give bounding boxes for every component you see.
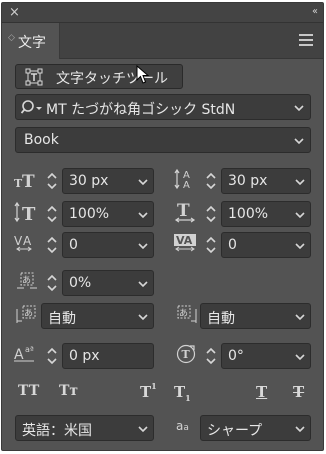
chevron-down-icon[interactable] [290,344,310,368]
touch-type-tool-button[interactable]: 文字タッチツール [15,64,183,89]
font-family-field[interactable]: MT たづがね角ゴシック StdN [15,94,311,120]
rotation-stepper[interactable] [204,345,218,367]
font-size-value: 30 px [69,173,109,189]
touch-type-label: 文字タッチツール [56,71,168,87]
svg-text:A: A [183,180,190,190]
tab-label: 文字 [18,35,46,51]
tracking-icon: VA [174,234,196,252]
superscript-button[interactable]: T1 [140,381,157,401]
chevron-down-icon[interactable] [290,233,310,257]
close-icon[interactable]: × [9,5,20,20]
chevron-down-icon[interactable] [293,102,305,114]
kerning-stepper[interactable] [45,234,59,256]
vertical-scale-value: 100% [69,206,110,222]
chevron-down-icon[interactable] [290,169,310,193]
chevron-down-icon[interactable] [290,416,310,440]
aki-left-field[interactable]: 自動 [41,303,154,329]
leading-value: 30 px [228,173,268,189]
rotation-field[interactable]: 0° [221,343,311,369]
subscript-button[interactable]: T1 [174,383,191,403]
chevron-down-icon[interactable] [290,202,310,226]
collapse-icon[interactable]: ‹‹ [312,6,318,17]
panel-menu-icon[interactable] [299,34,313,46]
kerning-icon: V A [14,234,32,252]
font-style-value: Book [24,132,59,148]
vertical-scale-stepper[interactable] [45,203,59,225]
small-caps-button[interactable]: Tт [59,383,78,399]
panel-titlebar: × ‹‹ [2,3,323,23]
svg-text:あ: あ [179,308,188,319]
aki-left-value: 自動 [48,311,76,327]
tsume-field[interactable]: 0% [62,270,154,296]
font-family-value: MT たづがね角ゴシック StdN [46,102,236,118]
language-value: 英語：米国 [22,423,92,439]
chevron-down-icon[interactable] [133,233,153,257]
horizontal-scale-icon: T [174,201,196,223]
baseline-shift-field[interactable]: 0 px [62,343,154,369]
antialias-icon: aa [176,419,189,433]
svg-text:V: V [14,234,23,248]
aki-right-icon: あ [177,305,197,323]
chevron-down-icon[interactable] [290,304,310,328]
tsume-stepper[interactable] [45,272,59,294]
svg-text:A: A [23,234,32,248]
strikethrough-button[interactable]: T [293,383,304,401]
tab-character[interactable]: ◇ 文字 [2,23,60,59]
kerning-value: 0 [69,237,78,253]
tracking-field[interactable]: 0 [221,232,311,258]
font-size-icon: T T [14,172,35,189]
svg-text:ª: ª [30,345,34,354]
character-rotation-icon: T [176,344,196,364]
tracking-stepper[interactable] [204,234,218,256]
leading-field[interactable]: 30 px [221,168,311,194]
horizontal-scale-stepper[interactable] [204,203,218,225]
vertical-scale-icon: T [14,201,36,223]
kerning-field[interactable]: 0 [62,232,154,258]
touch-type-icon [25,68,43,86]
tsume-value: 0% [69,275,92,291]
tracking-value: 0 [228,237,237,253]
chevron-down-icon[interactable] [133,169,153,193]
font-size-field[interactable]: 30 px [62,168,154,194]
baseline-shift-icon: A a ª [14,345,34,363]
svg-text:VA: VA [176,234,193,247]
antialias-field[interactable]: シャープ [200,415,311,441]
horizontal-scale-value: 100% [228,206,269,222]
leading-stepper[interactable] [204,170,218,192]
tsume-icon: あ [17,272,37,289]
aki-left-icon: あ [16,305,36,323]
svg-text:あ: あ [24,308,33,319]
horizontal-scale-field[interactable]: 100% [221,201,311,227]
chevron-down-icon[interactable] [133,416,153,440]
baseline-shift-value: 0 px [69,348,100,364]
chevron-down-icon[interactable] [293,135,305,147]
superscript-icon: T [140,383,152,401]
vertical-scale-field[interactable]: 100% [62,201,154,227]
all-caps-button[interactable]: TT [18,383,40,399]
leading-icon: A A [174,168,190,190]
underline-button[interactable]: T [256,383,267,401]
svg-text:あ: あ [22,275,31,286]
language-field[interactable]: 英語：米国 [15,415,154,441]
character-panel: × ‹‹ ◇ 文字 文字タッチツール MT たづがね角ゴシック StdN Boo… [1,2,324,451]
chevron-down-icon[interactable] [133,271,153,295]
chevron-down-icon[interactable] [133,202,153,226]
svg-text:T: T [22,172,35,189]
font-size-stepper[interactable] [45,170,59,192]
mouse-cursor-icon [136,65,150,84]
font-search-icon[interactable] [21,99,47,117]
font-style-field[interactable]: Book [15,127,311,153]
svg-text:T: T [182,348,191,361]
chevron-down-icon[interactable] [133,304,153,328]
rotation-value: 0° [228,348,244,364]
antialias-value: シャープ [207,423,263,439]
subscript-icon: T [174,383,186,401]
grip-icon[interactable]: ◇ [8,33,15,43]
baseline-shift-stepper[interactable] [45,345,59,367]
tab-row: ◇ 文字 [2,23,323,59]
aki-right-field[interactable]: 自動 [200,303,311,329]
aki-right-value: 自動 [207,311,235,327]
svg-text:T: T [22,204,36,223]
